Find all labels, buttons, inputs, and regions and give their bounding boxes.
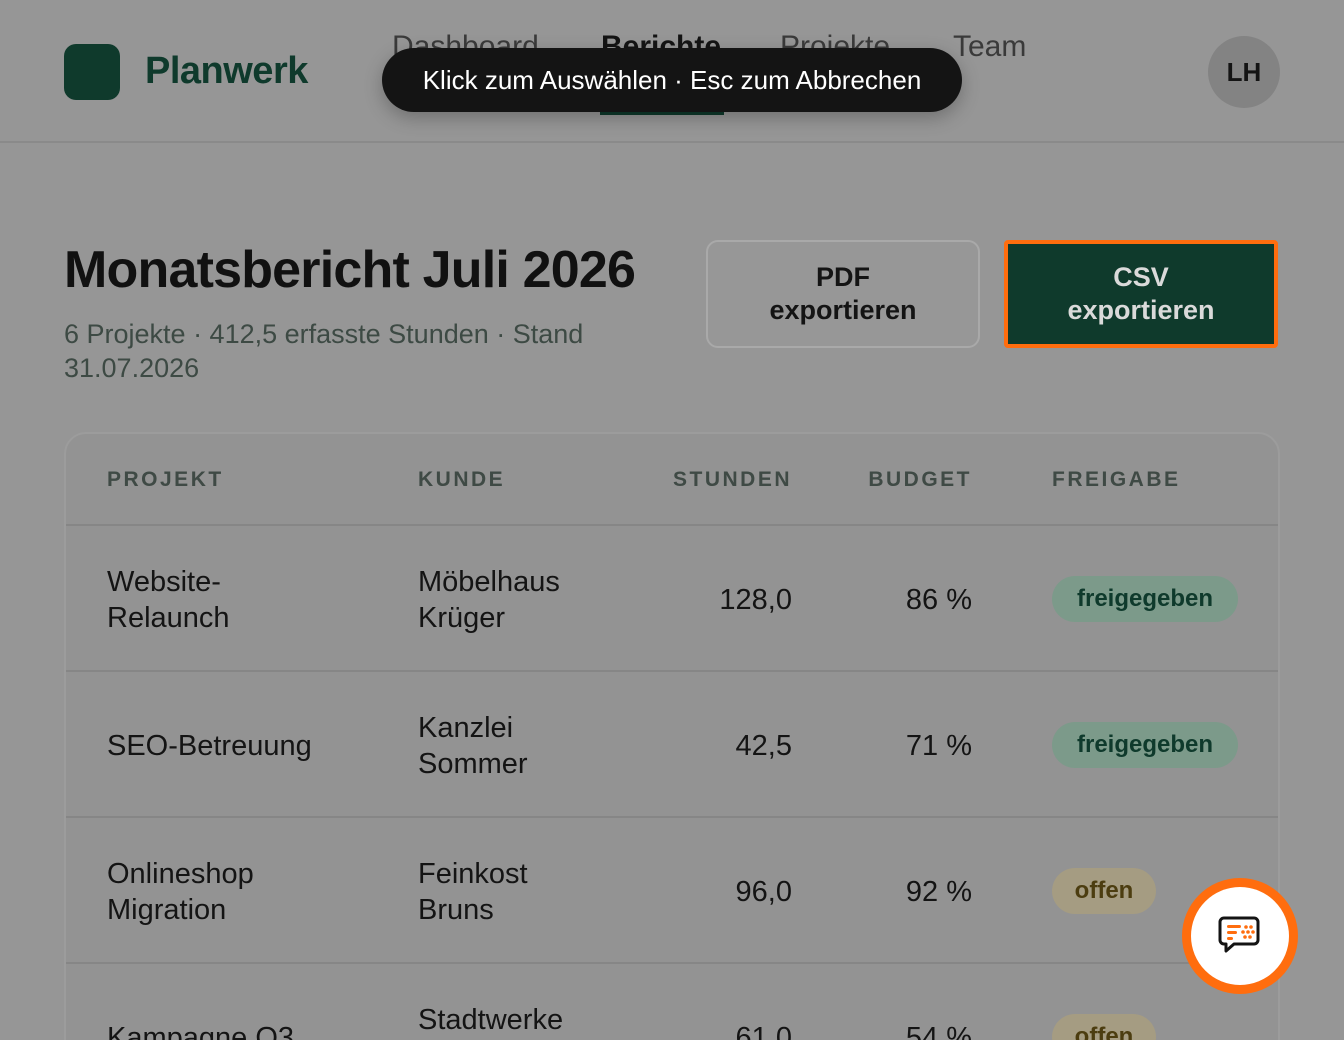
status-badge: offen (1052, 868, 1156, 914)
cell-projekt: Onlineshop Migration (107, 856, 254, 928)
user-avatar[interactable]: LH (1208, 36, 1280, 108)
cell-projekt: SEO-Betreuung (107, 730, 312, 762)
cell-stunden: 42,5 (735, 730, 792, 762)
csv-export-button[interactable]: CSV exportieren (1004, 240, 1278, 348)
table-header-divider (66, 524, 1278, 526)
pdf-button-label-line2: exportieren (769, 295, 917, 325)
selection-mode-toast: Klick zum Auswählen · Esc zum Abbrechen (382, 48, 962, 112)
cell-kunde-line2: Krüger (418, 602, 506, 634)
logo-icon[interactable] (64, 44, 120, 100)
status-badge: offen (1052, 1014, 1156, 1040)
page-title: Monatsbericht Juli 2026 (64, 241, 636, 299)
cell-projekt-line2: Migration (107, 894, 227, 926)
cell-kunde-line1: Möbelhaus (418, 566, 560, 598)
column-header-stunden[interactable]: STUNDEN (640, 468, 792, 492)
cell-projekt-line1: Website- (107, 566, 221, 598)
csv-button-label-line2: exportieren (1067, 295, 1215, 325)
feedback-button-inner (1191, 887, 1289, 985)
csv-button-label-line1: CSV (1113, 262, 1169, 292)
feedback-button[interactable] (1182, 878, 1298, 994)
cell-kunde-line2: Bruns (418, 894, 494, 926)
cell-budget: 54 % (905, 1022, 972, 1040)
status-badge: freigegeben (1052, 722, 1238, 768)
column-header-freigabe[interactable]: FREIGABE (1052, 468, 1181, 492)
pdf-export-button[interactable]: PDF exportieren (706, 240, 980, 348)
cell-kunde-line1: Feinkost (418, 858, 528, 890)
cell-projekt: Kampagne Q3 (107, 1022, 295, 1040)
report-subtitle: 6 Projekte · 412,5 erfasste Stunden · St… (64, 319, 584, 383)
cell-budget: 71 % (905, 730, 972, 762)
feedback-chat-icon (1216, 910, 1264, 963)
cell-projekt-line1: Onlineshop (107, 858, 254, 890)
cell-kunde-line2: Sommer (418, 748, 528, 780)
pdf-button-label-line1: PDF (816, 262, 870, 292)
cell-projekt: Website- Relaunch (107, 564, 230, 636)
cell-stunden: 61,0 (735, 1022, 792, 1040)
cell-kunde-line1: Kanzlei (418, 712, 514, 744)
row-divider (66, 670, 1278, 672)
cell-budget: 86 % (905, 584, 972, 616)
column-header-projekt[interactable]: PROJEKT (107, 468, 224, 492)
row-divider (66, 962, 1278, 964)
cell-kunde: Möbelhaus Krüger (418, 564, 560, 636)
toast-text: Klick zum Auswählen · Esc zum Abbrechen (422, 64, 922, 95)
column-header-kunde[interactable]: KUNDE (418, 468, 505, 492)
cell-kunde: Stadtwerke (418, 1004, 564, 1036)
cell-kunde: Feinkost Bruns (418, 856, 528, 928)
cell-projekt-line2: Relaunch (107, 602, 230, 634)
cell-stunden: 128,0 (719, 584, 792, 616)
avatar-initials: LH (1226, 56, 1262, 87)
page: Planwerk Dashboard Berichte Projekte Tea… (0, 0, 1344, 1040)
cell-kunde: Kanzlei Sommer (418, 710, 528, 782)
brand-name[interactable]: Planwerk (145, 50, 308, 93)
cell-stunden: 96,0 (735, 876, 792, 908)
row-divider (66, 816, 1278, 818)
column-header-budget[interactable]: BUDGET (840, 468, 972, 492)
status-badge: freigegeben (1052, 576, 1238, 622)
cell-budget: 92 % (905, 876, 972, 908)
nav-item-team[interactable]: Team (953, 30, 1026, 64)
